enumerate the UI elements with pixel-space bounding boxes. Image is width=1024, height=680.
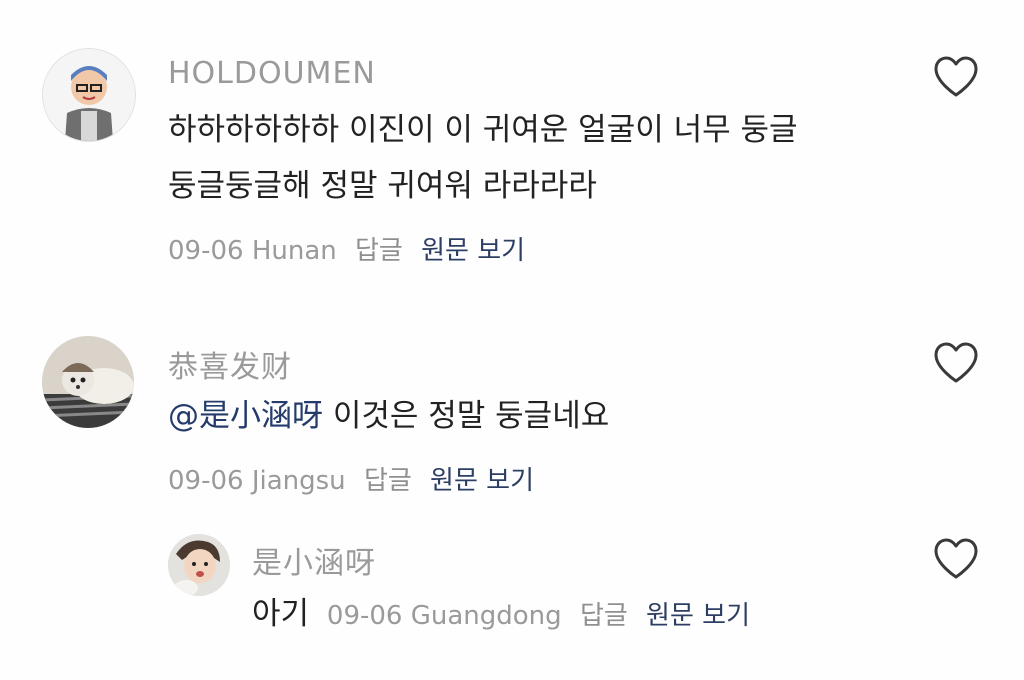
avatar[interactable]: [42, 48, 136, 142]
view-original-link[interactable]: 원문 보기: [646, 601, 750, 631]
reply-line: 아기 09-06 Guangdong 답글 원문 보기: [252, 586, 750, 644]
avatar-illustration: [43, 49, 135, 141]
comment-text-line: 둥글둥글해 정말 귀여워 라라라라: [168, 168, 597, 204]
comment-item: 恭喜发财 @是小涵呀 이것은 정말 둥글네요 09-06 Jiangsu 답글 …: [0, 300, 1024, 520]
comment-text-line: 하하하하하하 이진이 이 귀여운 얼굴이 너무 둥글: [168, 112, 798, 148]
comment-meta: 09-06 Jiangsu 답글 원문 보기: [168, 460, 534, 497]
reply-date: 09-06: [326, 601, 403, 631]
heart-outline-icon[interactable]: [933, 342, 979, 384]
comment-date: 09-06: [168, 466, 244, 496]
reply-meta: 09-06 Guangdong 답글 원문 보기: [327, 601, 750, 631]
comment-item: HOLDOUMEN 하하하하하하 이진이 이 귀여운 얼굴이 너무 둥글 둥글둥…: [0, 0, 1024, 300]
comment-text: @是小涵呀 이것은 정말 둥글네요: [168, 388, 609, 444]
heart-outline-icon[interactable]: [933, 538, 979, 580]
comment-location: Jiangsu: [251, 466, 346, 496]
view-original-link[interactable]: 원문 보기: [421, 236, 525, 266]
reply-item: 是小涵呀 아기 09-06 Guangdong 답글 원문 보기: [0, 520, 1024, 680]
comment-location: Hunan: [251, 236, 337, 266]
avatar[interactable]: [42, 336, 134, 428]
avatar-photo: [42, 336, 134, 428]
reply-text: 아기: [252, 596, 310, 632]
comment-username[interactable]: HOLDOUMEN: [168, 56, 376, 91]
comment-text-content: 이것은 정말 둥글네요: [332, 398, 610, 434]
mention-link[interactable]: @是小涵呀: [168, 398, 323, 434]
reply-button[interactable]: 답글: [580, 601, 628, 631]
comment-meta: 09-06 Hunan 답글 원문 보기: [168, 230, 525, 267]
comment-username[interactable]: 恭喜发财: [168, 342, 292, 386]
reply-button[interactable]: 답글: [364, 466, 412, 496]
view-original-link[interactable]: 원문 보기: [430, 466, 534, 496]
heart-outline-icon[interactable]: [933, 56, 979, 98]
comment-date: 09-06: [168, 236, 244, 266]
reply-location: Guangdong: [410, 601, 562, 631]
reply-username[interactable]: 是小涵呀: [252, 538, 376, 582]
reply-button[interactable]: 답글: [355, 236, 403, 266]
avatar-photo: [168, 534, 230, 596]
comment-section: HOLDOUMEN 하하하하하하 이진이 이 귀여운 얼굴이 너무 둥글 둥글둥…: [0, 0, 1024, 680]
avatar[interactable]: [168, 534, 230, 596]
